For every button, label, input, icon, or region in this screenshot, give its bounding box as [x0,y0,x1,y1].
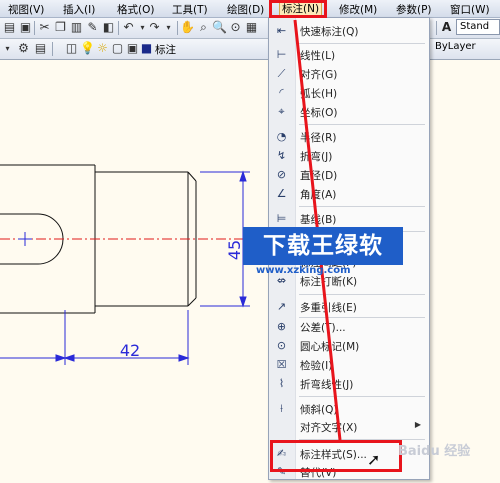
watermark-url: www.xzking.com [256,265,351,276]
baidu-jingyan-logo: Baidu 经验 [398,444,471,459]
highlight-box-dim-style [270,440,402,472]
watermark-banner: 下载王绿软 [243,227,403,265]
mouse-cursor-icon: ➚ [367,450,381,469]
